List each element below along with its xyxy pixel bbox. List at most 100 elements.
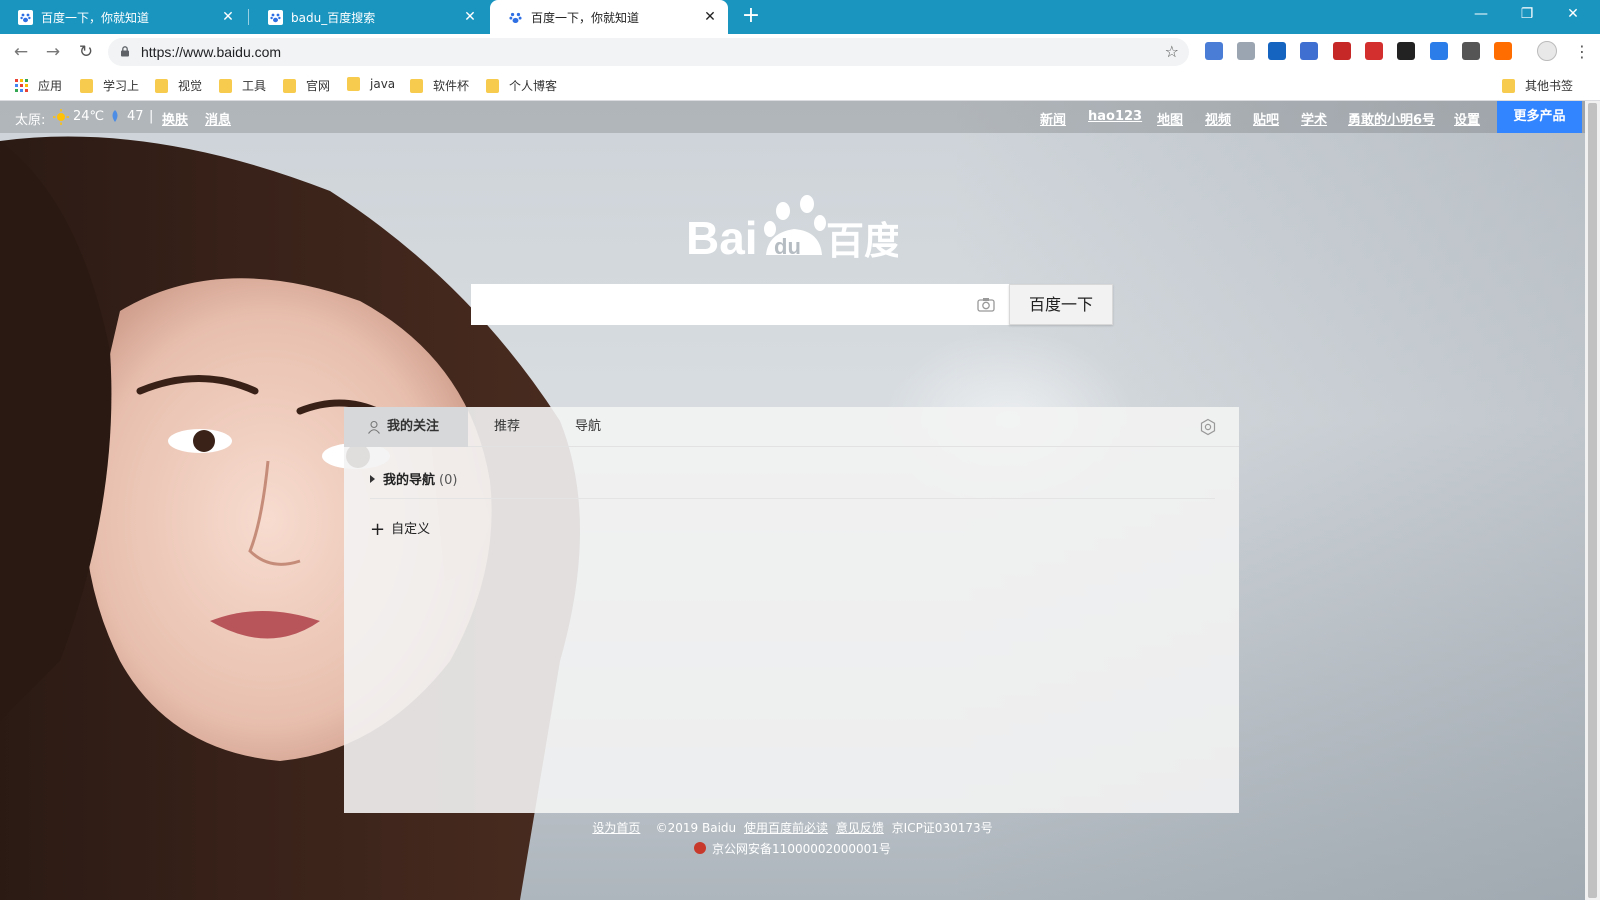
close-window-button[interactable]: ✕ (1550, 0, 1596, 30)
footer-line-2: 京公网安备11000002000001号 (0, 840, 1585, 857)
folder-icon (283, 78, 296, 93)
baidu-logo: Bai du 百度 (686, 195, 898, 261)
tab-separator (248, 9, 249, 25)
search-button[interactable]: 百度一下 (1009, 284, 1113, 325)
translate-extension-icon[interactable] (1205, 42, 1223, 60)
search-input[interactable] (471, 284, 1009, 325)
messages-link[interactable]: 消息 (205, 109, 231, 128)
bookmark-folder[interactable]: 软件杯 (410, 77, 469, 94)
cloud-extension-icon[interactable] (1462, 42, 1480, 60)
icp-text: 京ICP证030173号 (891, 821, 993, 835)
send-extension-icon[interactable] (1430, 42, 1448, 60)
my-navigation-toggle[interactable]: 我的导航 (0) (370, 469, 457, 488)
baidu-page: 太原: 24℃ 47 | 换肤 消息 新闻 hao123 地图 视频 贴吧 学术… (0, 101, 1585, 900)
camera-icon[interactable] (977, 297, 995, 312)
graduation-extension-icon[interactable] (1300, 42, 1318, 60)
weather-temperature: 24℃ (73, 109, 105, 124)
bookmark-folder[interactable]: 学习上 (80, 77, 139, 94)
baidu-paw-icon (18, 9, 33, 25)
skin-link[interactable]: 换肤 (162, 109, 188, 128)
nav-link-news[interactable]: 新闻 (1040, 109, 1066, 128)
scrollbar-thumb[interactable] (1588, 103, 1597, 898)
close-icon[interactable]: ✕ (462, 9, 478, 25)
y-extension-icon[interactable] (1268, 42, 1286, 60)
tab-navigation[interactable]: 导航 (575, 407, 601, 447)
nav-link-xueshu[interactable]: 学术 (1301, 109, 1327, 128)
adblock-extension-icon[interactable] (1333, 42, 1351, 60)
customize-label: 自定义 (391, 522, 431, 537)
bookmark-folder[interactable]: 个人博客 (486, 77, 557, 94)
footer-line-1: 设为首页 ©2019 Baidu 使用百度前必读 意见反馈 京ICP证03017… (0, 819, 1585, 836)
panda-extension-icon[interactable] (1397, 42, 1415, 60)
tab-title: 百度一下，你就知道 (531, 10, 640, 25)
bookmark-star-icon[interactable]: ☆ (1165, 42, 1179, 61)
bookmark-folder[interactable]: 工具 (219, 77, 266, 94)
bookmark-label: 其他书签 (1525, 79, 1574, 93)
set-homepage-link[interactable]: 设为首页 (592, 821, 640, 835)
bookmark-label: 应用 (38, 79, 63, 93)
sun-icon (53, 109, 69, 129)
baidu-paw-icon (268, 9, 283, 25)
maximize-button[interactable]: ❐ (1504, 0, 1550, 30)
logo-latin-text: Bai (686, 212, 758, 261)
tab-baidu-home[interactable]: 百度一下，你就知道 ✕ (0, 0, 246, 34)
user-name-link[interactable]: 勇敢的小明6号 (1348, 109, 1435, 128)
bookmark-apps[interactable]: 应用 (15, 77, 62, 94)
tab-label: 我的关注 (387, 419, 440, 434)
nav-link-video[interactable]: 视频 (1205, 109, 1231, 128)
address-bar[interactable]: https://www.baidu.com ☆ (108, 38, 1189, 66)
page-scrollbar[interactable] (1585, 101, 1600, 900)
bookmark-folder[interactable]: 视觉 (155, 77, 202, 94)
reload-button[interactable]: ↻ (74, 40, 98, 64)
divider (370, 498, 1215, 499)
url-text: https://www.baidu.com (141, 44, 282, 60)
police-badge-icon (694, 842, 707, 854)
my-navigation-count: (0) (439, 473, 458, 488)
close-icon[interactable]: ✕ (220, 9, 236, 25)
nav-link-hao123[interactable]: hao123 (1088, 109, 1142, 124)
other-bookmarks[interactable]: 其他书签 (1502, 77, 1573, 94)
folder-icon (219, 78, 232, 93)
tab-badu-search[interactable]: badu_百度搜索 ✕ (250, 0, 488, 34)
search-form: 百度一下 (471, 284, 1113, 325)
tab-strip: 百度一下，你就知道 ✕ badu_百度搜索 ✕ 百度一下，你就知道 ✕ + — … (0, 0, 1600, 34)
copyright-text: ©2019 Baidu (655, 821, 737, 835)
cursor-extension-icon[interactable] (1237, 42, 1255, 60)
bookmark-label: java (370, 77, 396, 91)
terms-link[interactable]: 使用百度前必读 (744, 821, 828, 835)
bookmarks-bar: 应用 学习上 视觉 工具 官网 java 软件杯 个人博客 其他书签 (0, 70, 1600, 101)
air-quality-value: 47 (127, 109, 144, 124)
back-button[interactable]: ← (9, 40, 33, 64)
lock-icon (121, 46, 129, 57)
tab-my-follows[interactable]: 我的关注 (344, 407, 468, 447)
tab-baidu-active[interactable]: 百度一下，你就知道 ✕ (490, 0, 728, 34)
new-tab-button[interactable]: + (738, 4, 764, 30)
settings-link[interactable]: 设置 (1454, 109, 1480, 128)
tab-recommend[interactable]: 推荐 (494, 407, 520, 447)
folder-icon (1502, 78, 1515, 93)
bookmark-label: 工具 (242, 79, 267, 93)
nav-link-map[interactable]: 地图 (1157, 109, 1183, 128)
gear-icon[interactable] (1199, 418, 1217, 436)
plus-icon: + (370, 519, 386, 540)
panel-tabs: 我的关注 推荐 导航 (344, 407, 1239, 447)
feedback-link[interactable]: 意见反馈 (836, 821, 884, 835)
baidu-topbar: 太原: 24℃ 47 | 换肤 消息 新闻 hao123 地图 视频 贴吧 学术… (0, 101, 1585, 133)
infinity-extension-icon[interactable] (1494, 42, 1512, 60)
close-icon[interactable]: ✕ (702, 9, 718, 25)
tab-title: 百度一下，你就知道 (41, 10, 150, 25)
minimize-button[interactable]: — (1458, 0, 1504, 30)
bookmark-label: 视觉 (178, 79, 203, 93)
nav-link-tieba[interactable]: 贴吧 (1253, 109, 1279, 128)
forward-button[interactable]: → (41, 40, 65, 64)
bookmark-folder[interactable]: java (347, 77, 395, 91)
my-navigation-title: 我的导航 (383, 473, 436, 488)
profile-avatar-icon[interactable] (1537, 41, 1557, 61)
bookmark-folder[interactable]: 官网 (283, 77, 330, 94)
password-extension-icon[interactable] (1365, 42, 1383, 60)
chrome-menu-icon[interactable]: ⋮ (1572, 40, 1592, 64)
police-record-link[interactable]: 京公网安备11000002000001号 (712, 842, 891, 856)
bookmark-label: 软件杯 (433, 79, 470, 93)
more-products-button[interactable]: 更多产品 (1497, 101, 1582, 133)
customize-button[interactable]: + 自定义 (370, 518, 430, 540)
